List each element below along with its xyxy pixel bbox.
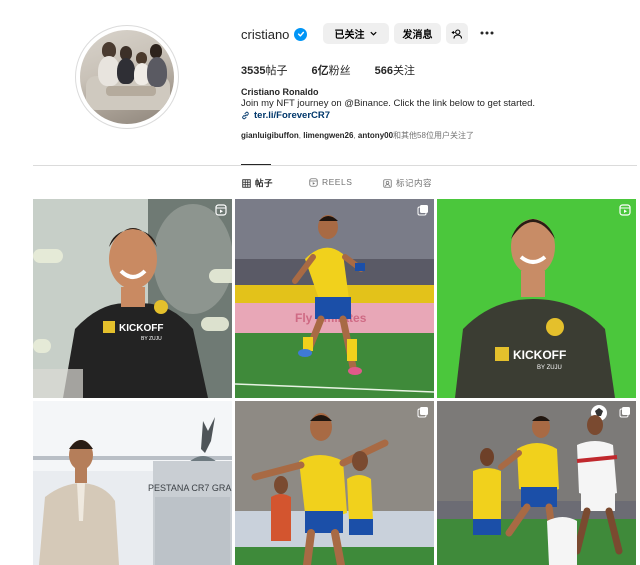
add-person-icon [451,29,463,39]
bio-text: Join my NFT journey on @Binance. Click t… [241,98,536,109]
message-button[interactable]: 发消息 [394,23,441,44]
following-stat[interactable]: 566关注 [375,62,415,78]
active-tab-indicator [241,164,271,165]
post-tile[interactable]: KICKOFF BY ZUJU [437,199,636,398]
post-image-kickoff-1: KICKOFF BY ZUJU [33,199,232,398]
posts-stat: 3535帖子 [241,65,288,77]
post-tile[interactable] [437,401,636,565]
hotel-sign-text: PESTANA CR7 GRAN VIA [148,483,232,493]
full-name: Cristiano Ronaldo [241,87,319,97]
svg-text:BY ZUJU: BY ZUJU [141,336,162,342]
more-dots-icon [480,31,494,35]
tab-tagged[interactable]: 标记内容 [383,177,432,189]
post-tile[interactable]: KICKOFF BY ZUJU [33,199,232,398]
svg-text:BY ZUJU: BY ZUJU [537,365,562,371]
grid-icon [242,178,251,188]
chevron-down-icon [369,31,377,36]
reel-indicator-icon [619,204,631,216]
profile-avatar[interactable] [75,25,179,129]
tabs-divider [33,165,637,166]
tab-reels[interactable]: REELS [309,177,352,187]
post-image-match-duel [437,401,636,565]
carousel-indicator-icon [417,205,428,216]
link-icon [242,111,249,120]
username-row: cristiano [241,24,308,44]
post-tile[interactable]: Fly Emirates [235,199,434,398]
message-button-label: 发消息 [402,30,433,41]
post-image-celebration [235,401,434,565]
profile-stats: 3535帖子 6亿粉丝 566关注 [241,62,439,78]
post-tile[interactable]: PESTANA CR7 GRAN VIA [33,401,232,565]
carousel-indicator-icon [417,407,428,418]
reel-indicator-icon [215,204,227,216]
following-button-label: 已关注 [334,30,365,41]
suggest-users-button[interactable] [446,23,468,44]
shirt-sponsor-text: KICKOFF [513,348,566,362]
bio-link[interactable]: ter.li/ForeverCR7 [241,110,330,121]
tab-posts[interactable]: 帖子 [242,177,273,189]
tagged-person-icon [383,178,392,188]
profile-photo-family [80,30,174,124]
post-image-hotel: PESTANA CR7 GRAN VIA [33,401,232,565]
followed-by-text[interactable]: gianluigibuffon, limengwen26, antony00和其… [241,130,474,141]
reels-icon [309,177,318,187]
following-button[interactable]: 已关注 [323,23,389,44]
bio-link-text: ter.li/ForeverCR7 [254,110,331,121]
verified-badge-icon [294,27,308,41]
more-options-button[interactable] [478,24,496,42]
carousel-indicator-icon [619,407,630,418]
post-image-match-run: Fly Emirates [235,199,434,398]
svg-text:KICKOFF: KICKOFF [119,323,163,334]
post-tile[interactable] [235,401,434,565]
post-image-kickoff-2: KICKOFF BY ZUJU [437,199,636,398]
followers-stat[interactable]: 6亿粉丝 [311,62,350,78]
username: cristiano [241,26,290,42]
